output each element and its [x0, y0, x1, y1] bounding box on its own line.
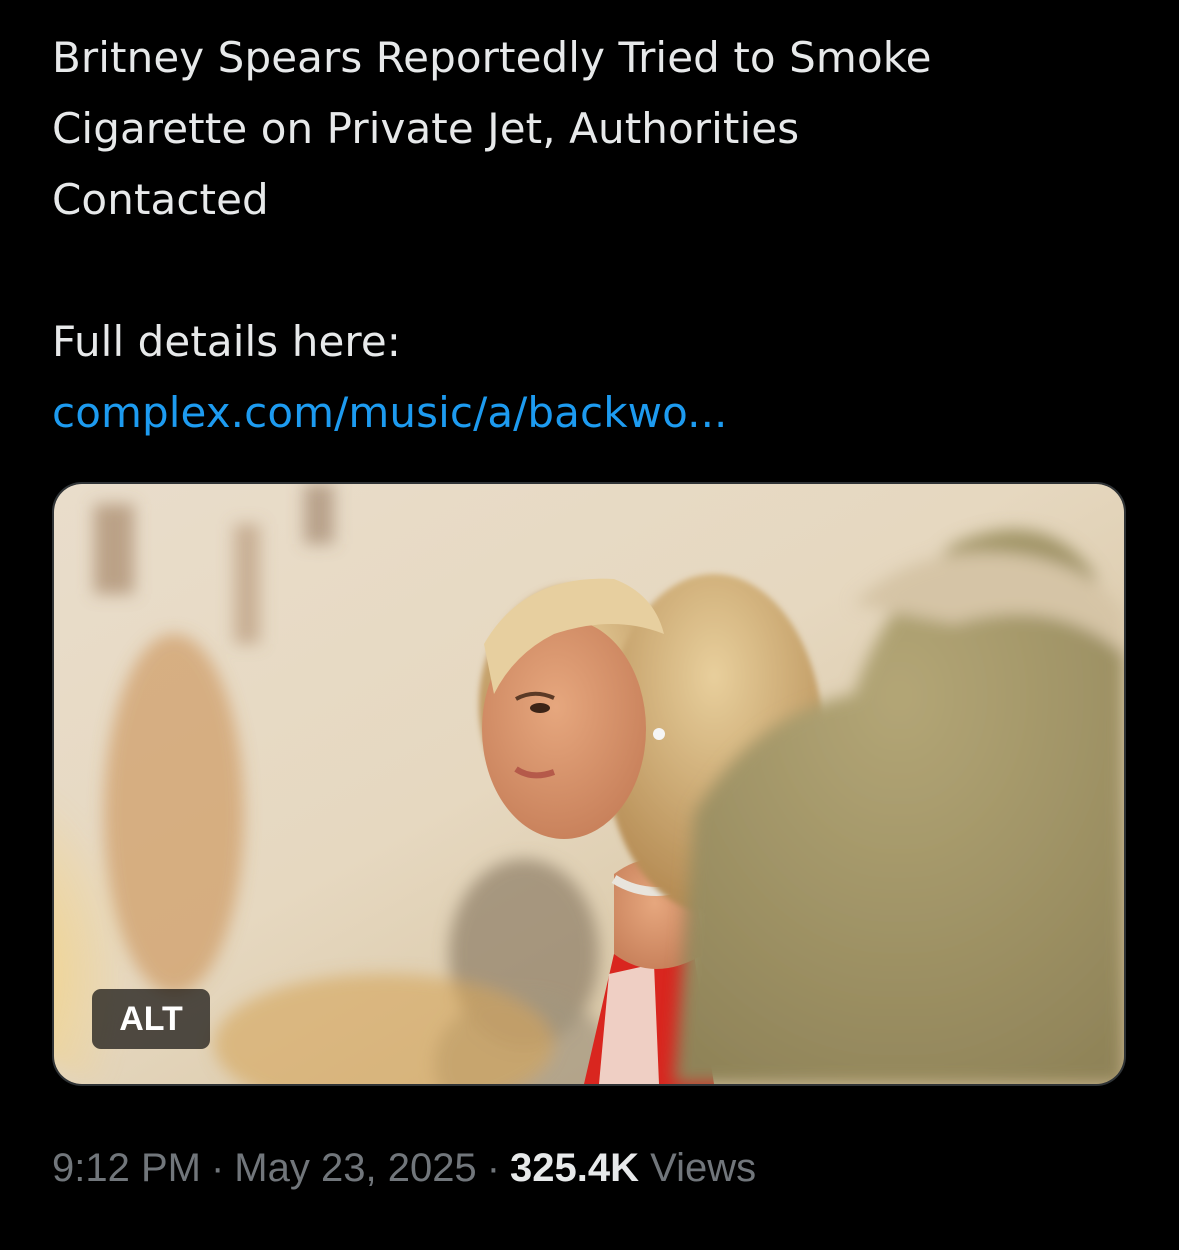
post-metadata: 9:12 PM · May 23, 2025 · 325.4K Views: [52, 1140, 756, 1196]
post-time[interactable]: 9:12 PM: [52, 1146, 201, 1190]
details-prefix: Full details here:: [52, 317, 402, 366]
post: Britney Spears Reportedly Tried to Smoke…: [0, 0, 1179, 1250]
headline-line-3: Contacted: [52, 175, 269, 224]
alt-text-button[interactable]: ALT: [92, 989, 210, 1049]
article-link[interactable]: complex.com/music/a/backwo...: [52, 388, 727, 437]
separator-dot: ·: [210, 1146, 225, 1190]
headline-line-1: Britney Spears Reportedly Tried to Smoke: [52, 33, 932, 82]
separator-dot: ·: [486, 1146, 501, 1190]
photo-image: [54, 484, 1124, 1084]
post-image[interactable]: ALT: [52, 482, 1126, 1086]
views-label: Views: [650, 1146, 757, 1190]
views-count: 325.4K: [510, 1146, 639, 1190]
headline-line-2: Cigarette on Private Jet, Authorities: [52, 104, 800, 153]
post-date[interactable]: May 23, 2025: [234, 1146, 476, 1190]
post-text: Britney Spears Reportedly Tried to Smoke…: [52, 22, 1132, 448]
